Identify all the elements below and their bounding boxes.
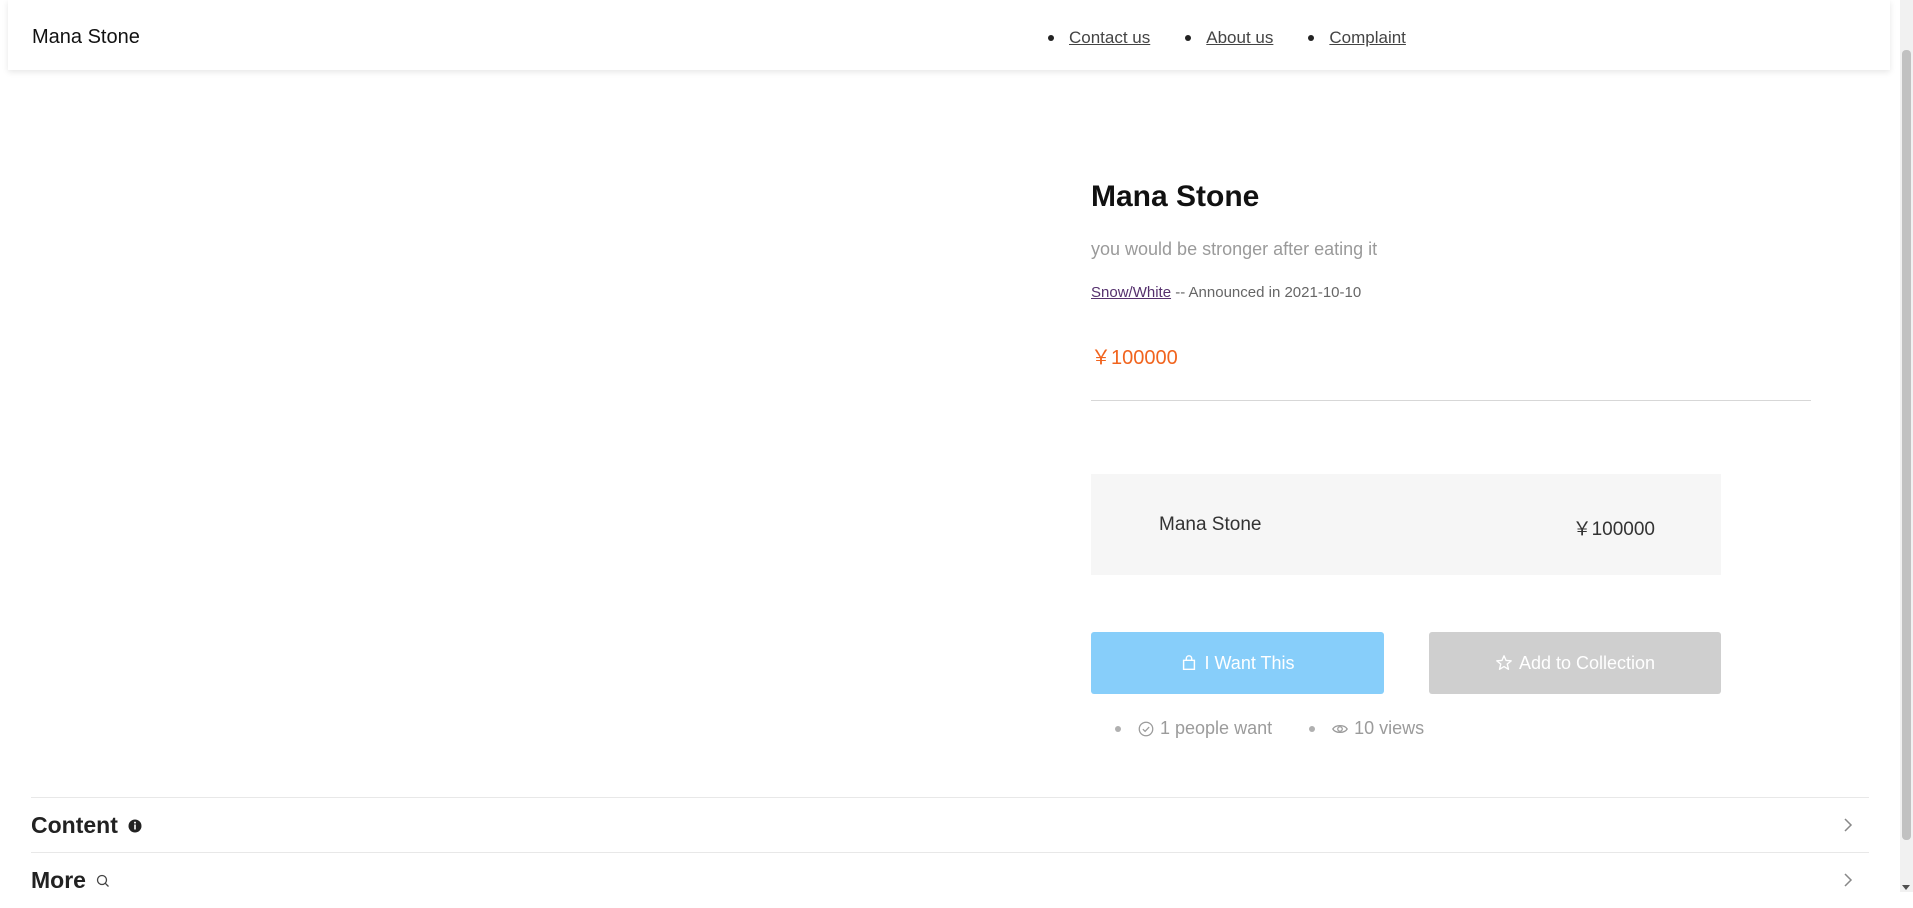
- brand-name[interactable]: Mana Stone: [32, 26, 140, 49]
- nav-item-complaint: Complaint: [1308, 28, 1406, 48]
- chevron-right-icon: [1844, 818, 1853, 832]
- nav-item-contact: Contact us: [1048, 28, 1150, 48]
- eye-icon: [1332, 724, 1349, 733]
- content-section-header[interactable]: Content: [31, 797, 1869, 853]
- product-title: Mana Stone: [1091, 180, 1260, 213]
- i-want-this-button[interactable]: I Want This: [1091, 632, 1384, 694]
- nav-list: Contact us About us Complaint: [1048, 28, 1441, 48]
- option-price: ￥100000: [1572, 519, 1655, 540]
- complaint-link[interactable]: Complaint: [1329, 28, 1406, 48]
- product-stats: 1 people want 10 views: [1115, 718, 1461, 739]
- info-icon: [128, 819, 142, 832]
- product-price: ￥100000: [1091, 347, 1178, 369]
- option-name: Mana Stone: [1159, 514, 1262, 535]
- content-section-title: Content: [31, 812, 118, 838]
- i-want-this-label: I Want This: [1204, 652, 1295, 673]
- search-icon: [96, 874, 109, 887]
- more-section-title: More: [31, 867, 86, 893]
- announced-date: -- Announced in 2021-10-10: [1171, 284, 1362, 301]
- nav-item-about: About us: [1185, 28, 1273, 48]
- product-details: Mana Stone you would be stronger after e…: [1091, 180, 1811, 401]
- divider: [1091, 400, 1811, 401]
- more-section-header[interactable]: More: [31, 852, 1869, 908]
- add-to-collection-label: Add to Collection: [1518, 652, 1656, 673]
- chevron-right-icon: [1844, 873, 1853, 887]
- star-icon: [1496, 655, 1512, 670]
- want-count: 1 people want: [1160, 718, 1273, 738]
- about-us-link[interactable]: About us: [1206, 28, 1273, 48]
- seller-link[interactable]: Snow/White: [1091, 284, 1171, 301]
- scroll-down-arrow-icon[interactable]: [1902, 885, 1910, 890]
- add-to-collection-button[interactable]: Add to Collection: [1429, 632, 1721, 694]
- product-option[interactable]: Mana Stone ￥100000: [1091, 474, 1721, 575]
- want-count-item: 1 people want: [1115, 718, 1272, 739]
- views-item: 10 views: [1309, 718, 1424, 739]
- product-subtitle: you would be stronger after eating it: [1091, 239, 1378, 259]
- check-circle-icon: [1138, 721, 1154, 736]
- vertical-scrollbar[interactable]: [1900, 0, 1913, 892]
- top-navbar: Mana Stone Contact us About us Complaint: [8, 0, 1890, 70]
- contact-us-link[interactable]: Contact us: [1069, 28, 1150, 48]
- shopping-bag-icon: [1183, 655, 1196, 671]
- product-meta: Snow/White -- Announced in 2021-10-10: [1091, 284, 1811, 301]
- view-count: 10 views: [1354, 718, 1425, 738]
- scrollbar-thumb[interactable]: [1902, 50, 1911, 840]
